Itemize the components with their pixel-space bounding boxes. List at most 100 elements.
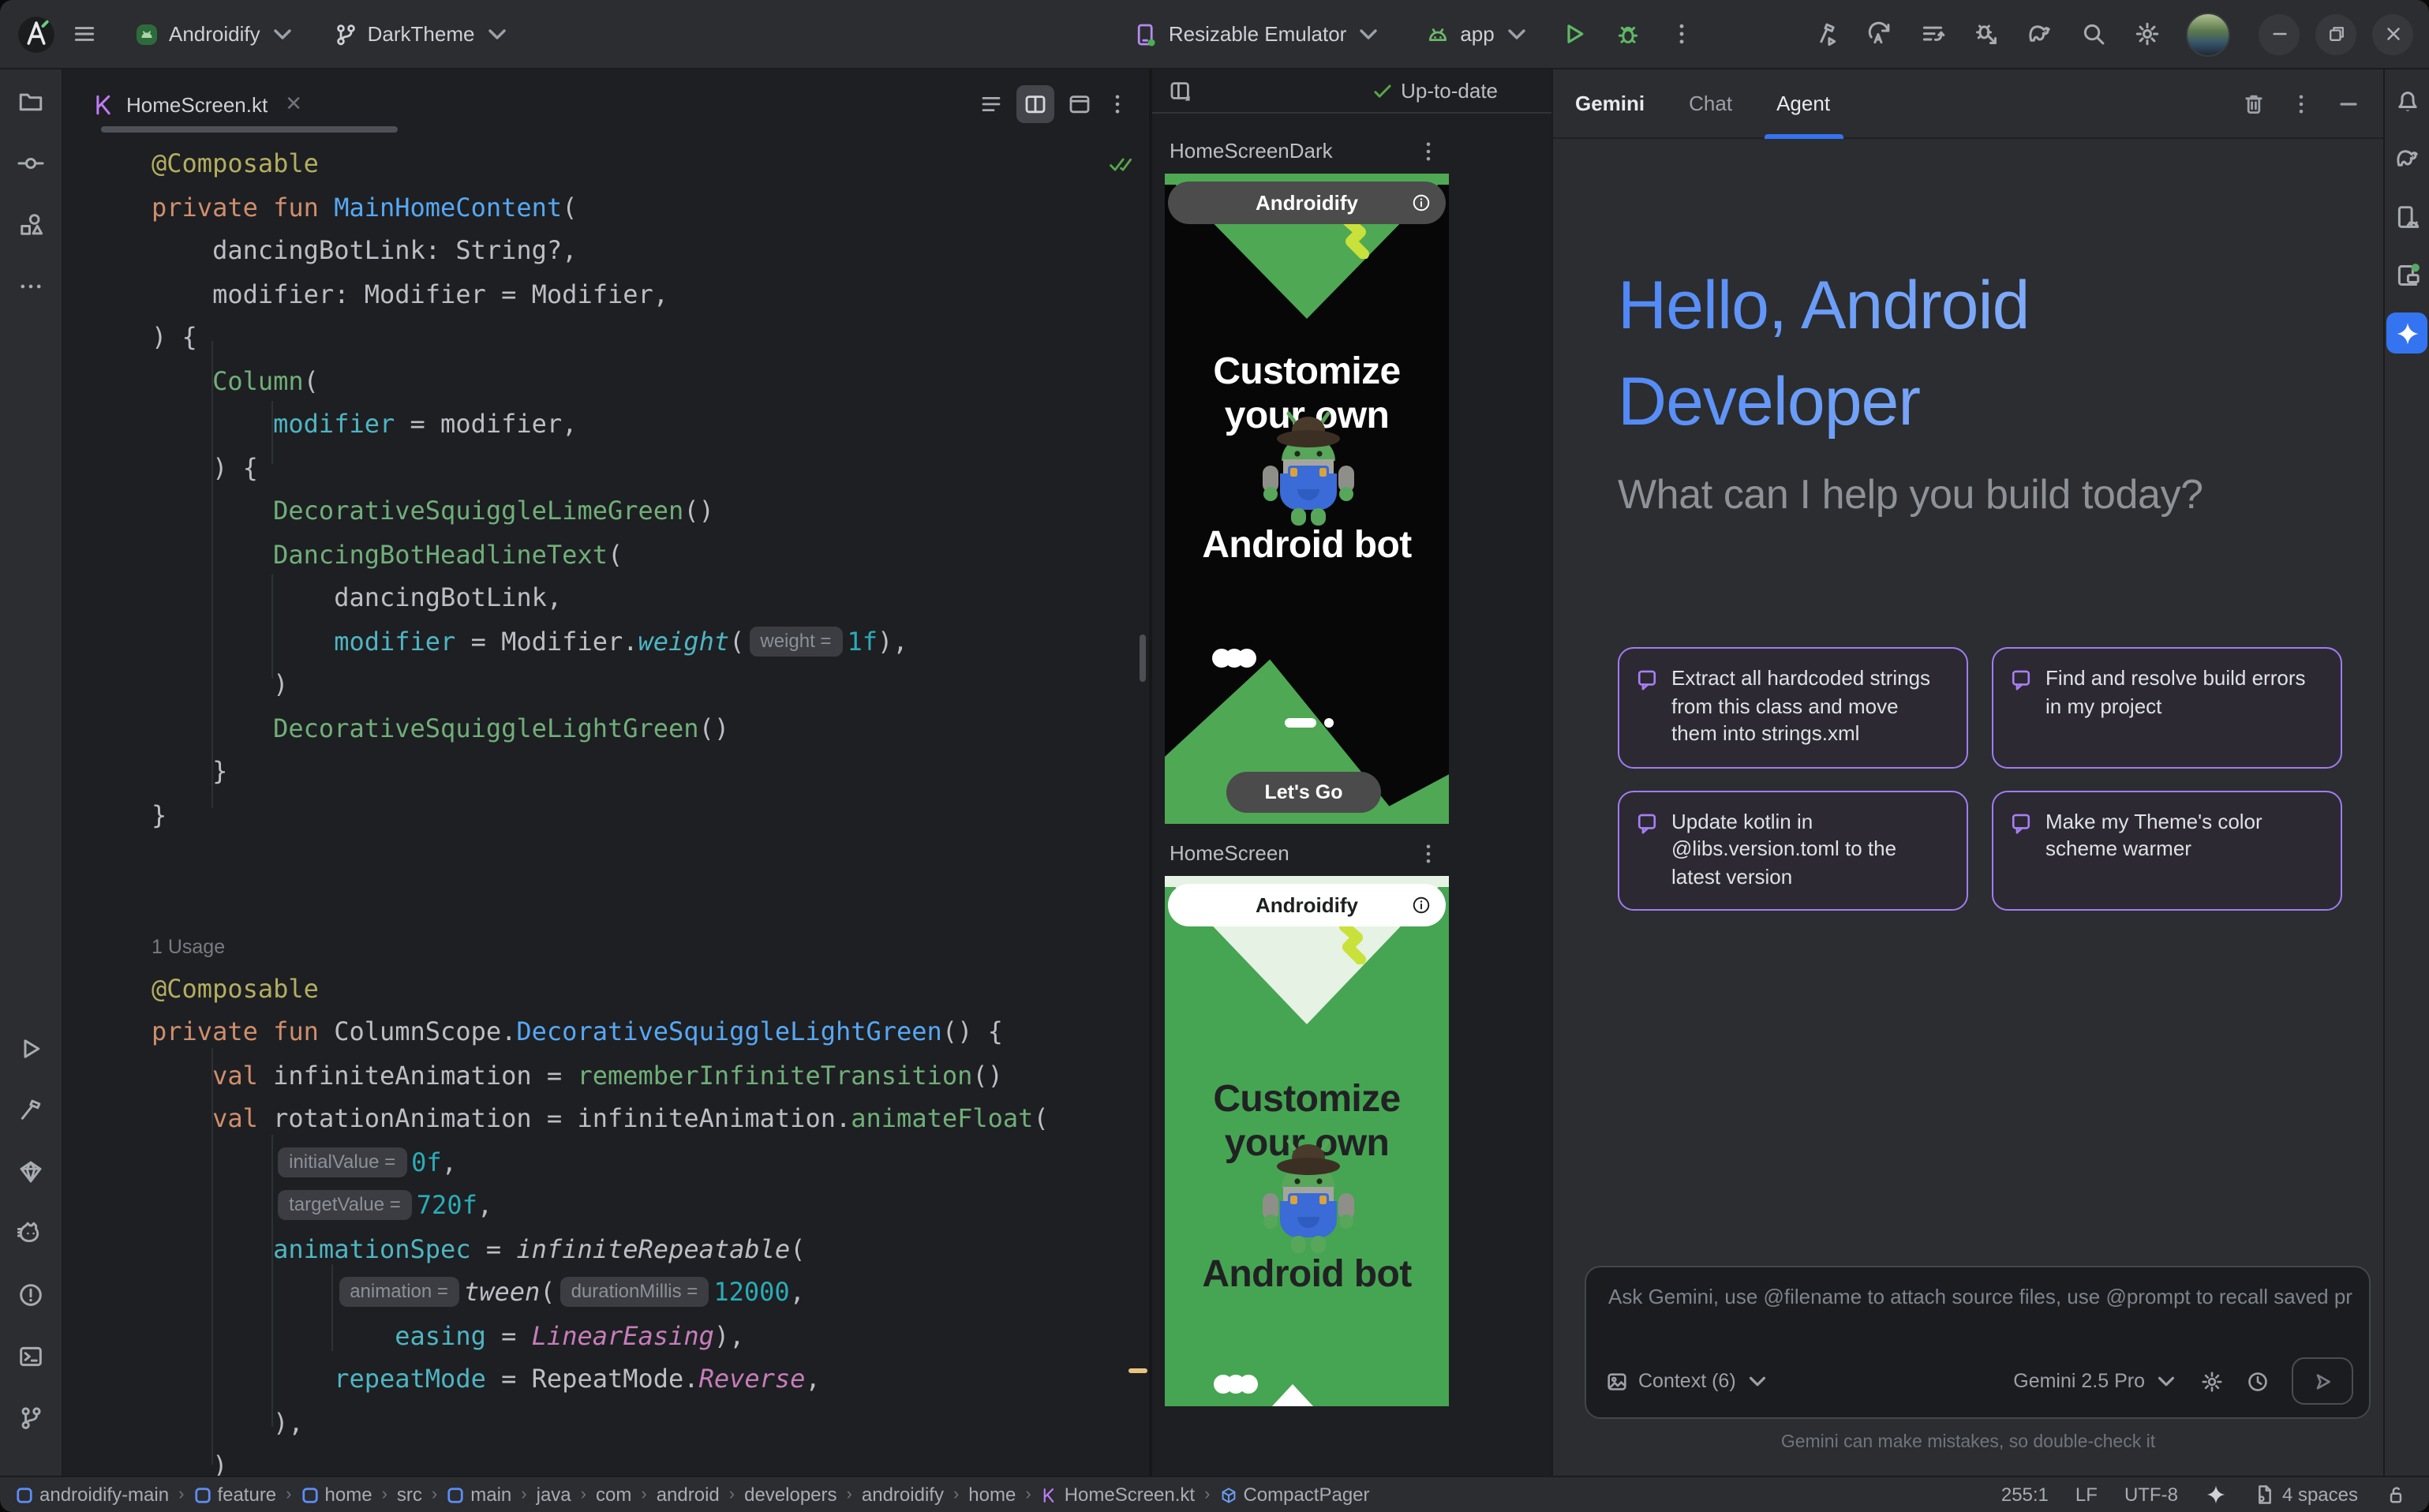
line-ending[interactable]: LF <box>2075 1484 2098 1506</box>
code-line[interactable] <box>152 836 1149 880</box>
preview-options-icon[interactable] <box>1416 841 1441 866</box>
more-tool-windows-icon[interactable] <box>9 264 53 308</box>
breadcrumb-item[interactable]: home <box>301 1484 372 1506</box>
code-line[interactable]: animation =tween(durationMillis =12000, <box>152 1271 1149 1314</box>
file-encoding[interactable]: UTF-8 <box>2124 1484 2178 1506</box>
code-line[interactable]: animationSpec = infiniteRepeatable( <box>152 1227 1149 1271</box>
indent-setting[interactable]: 4 spaces <box>2254 1484 2358 1506</box>
tab-agent[interactable]: Agent <box>1776 69 1830 138</box>
sync-refactor-icon[interactable] <box>1856 12 1900 56</box>
preview-name-dark[interactable]: HomeScreenDark <box>1170 139 1333 163</box>
search-everywhere-icon[interactable] <box>2071 12 2115 56</box>
code-line[interactable]: val infiniteAnimation = rememberInfinite… <box>152 1054 1149 1097</box>
run-tool-icon[interactable] <box>9 1026 53 1070</box>
editor-vertical-scrollbar[interactable] <box>1140 634 1146 682</box>
code-line[interactable]: } <box>152 750 1149 793</box>
breadcrumb-item[interactable]: feature <box>193 1484 276 1506</box>
problems-tool-icon[interactable] <box>9 1272 53 1316</box>
gemini-tool-icon[interactable] <box>2386 313 2427 354</box>
project-selector[interactable]: Androidify <box>123 10 306 58</box>
preview-name-light[interactable]: HomeScreen <box>1170 841 1289 865</box>
prompt-input[interactable]: Ask Gemini, use @filename to attach sour… <box>1586 1267 2369 1326</box>
profiler-tool-icon[interactable] <box>9 1211 53 1255</box>
gradle-sync-icon[interactable] <box>2017 12 2061 56</box>
code-line[interactable]: } <box>152 793 1149 836</box>
code-line[interactable]: targetValue =720f, <box>152 1184 1149 1227</box>
close-button[interactable] <box>2372 13 2413 54</box>
run-configuration-selector[interactable]: app <box>1414 10 1540 58</box>
preview-homescreendark[interactable]: Androidify Customize your own Android bo… <box>1165 174 1449 824</box>
lets-go-button[interactable]: Let's Go <box>1226 772 1381 813</box>
info-icon[interactable] <box>1411 193 1432 213</box>
code-line[interactable]: ), <box>152 1401 1149 1444</box>
breadcrumb-item[interactable]: com <box>596 1484 631 1506</box>
code-line[interactable]: modifier = Modifier.weight(weight =1f), <box>152 619 1149 663</box>
settings-icon[interactable] <box>2124 12 2169 56</box>
code-line[interactable]: modifier = modifier, <box>152 402 1149 446</box>
suggestion-card[interactable]: Update kotlin in @libs.version.toml to t… <box>1618 790 1968 911</box>
terminal-tool-icon[interactable] <box>9 1334 53 1378</box>
notifications-icon[interactable] <box>2386 79 2427 120</box>
code-line[interactable]: ) <box>152 663 1149 706</box>
code-line[interactable]: ) { <box>152 316 1149 359</box>
file-list-icon[interactable] <box>972 85 1010 123</box>
code-line[interactable]: modifier: Modifier = Modifier, <box>152 272 1149 316</box>
code-line[interactable]: Column( <box>152 359 1149 402</box>
code-line[interactable]: easing = LinearEasing), <box>152 1314 1149 1357</box>
code-line[interactable]: val rotationAnimation = infiniteAnimatio… <box>152 1097 1149 1140</box>
unlock-icon[interactable] <box>2385 1484 2407 1506</box>
attach-image-icon[interactable] <box>1605 1369 1629 1393</box>
tab-options-button[interactable] <box>1098 85 1136 123</box>
trash-icon[interactable] <box>2241 91 2266 116</box>
code-line[interactable]: private fun ColumnScope.DecorativeSquigg… <box>152 1010 1149 1054</box>
code-line[interactable]: ) <box>152 1444 1149 1476</box>
preview-pane-icon[interactable] <box>1061 85 1098 123</box>
more-run-options-button[interactable] <box>1660 12 1705 56</box>
code-line[interactable] <box>152 880 1149 923</box>
breadcrumb-item[interactable]: java <box>537 1484 571 1506</box>
tab-chat[interactable]: Chat <box>1689 69 1732 138</box>
info-icon[interactable] <box>1411 895 1432 915</box>
profiler-sessions-icon[interactable] <box>1910 12 1954 56</box>
code-line[interactable]: ) { <box>152 446 1149 489</box>
debug-button[interactable] <box>1607 12 1651 56</box>
device-manager-icon[interactable] <box>2386 196 2427 237</box>
main-menu-button[interactable] <box>62 12 106 56</box>
run-button[interactable] <box>1553 12 1597 56</box>
code-line[interactable]: @Composable <box>152 967 1149 1010</box>
resource-manager-icon[interactable] <box>9 202 53 246</box>
code-line[interactable]: @Composable <box>152 142 1149 185</box>
code-line[interactable]: DecorativeSquiggleLimeGreen() <box>152 489 1149 533</box>
breadcrumb-item[interactable]: main <box>447 1484 511 1506</box>
version-control-tool-icon[interactable] <box>9 1395 53 1439</box>
history-icon[interactable] <box>2246 1369 2270 1393</box>
device-selector[interactable]: Resizable Emulator <box>1123 10 1392 58</box>
usage-hint[interactable]: 1 Usage <box>152 936 225 958</box>
build-tool-icon[interactable] <box>9 1087 53 1132</box>
suggestion-card[interactable]: Extract all hardcoded strings from this … <box>1618 647 1968 768</box>
gemini-settings-icon[interactable] <box>2200 1369 2224 1393</box>
preview-options-icon[interactable] <box>1416 139 1441 164</box>
project-tool-icon[interactable] <box>9 79 53 123</box>
code-line[interactable]: dancingBotLink: String?, <box>152 229 1149 272</box>
code-line[interactable]: private fun MainHomeContent( <box>152 185 1149 229</box>
split-editor-icon[interactable] <box>1016 85 1054 123</box>
tab-close-icon[interactable]: ✕ <box>285 92 302 117</box>
breadcrumb-item[interactable]: home <box>968 1484 1016 1506</box>
kebab-icon[interactable] <box>2289 91 2314 116</box>
attach-debugger-icon[interactable] <box>1963 12 2008 56</box>
breadcrumb-item[interactable]: androidify-main <box>16 1484 169 1506</box>
commit-tool-icon[interactable] <box>9 140 53 185</box>
send-button[interactable] <box>2292 1357 2353 1405</box>
code-line[interactable]: DecorativeSquiggleLightGreen() <box>152 706 1149 750</box>
code-line[interactable]: repeatMode = RepeatMode.Reverse, <box>152 1357 1149 1401</box>
caret-position[interactable]: 255:1 <box>2001 1484 2049 1506</box>
breadcrumb-item[interactable]: src <box>397 1484 422 1506</box>
app-quality-insights-icon[interactable] <box>9 1149 53 1193</box>
code-editor[interactable]: @Composableprivate fun MainHomeContent( … <box>63 139 1149 1476</box>
code-line[interactable]: 1 Usage <box>152 923 1149 967</box>
inspections-ok-icon[interactable] <box>1108 152 1133 177</box>
restore-button[interactable] <box>2315 13 2356 54</box>
code-line[interactable]: DancingBotHeadlineText( <box>152 533 1149 576</box>
branch-selector[interactable]: DarkTheme <box>322 10 521 58</box>
